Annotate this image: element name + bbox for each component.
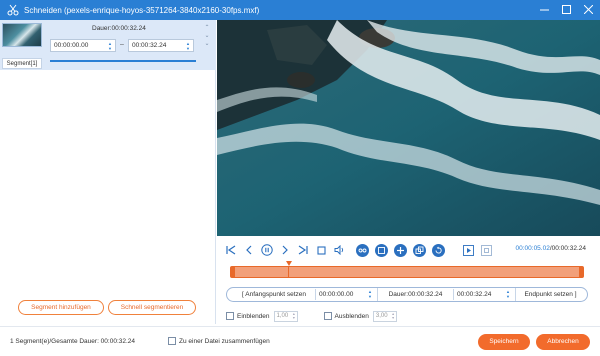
close-button[interactable] xyxy=(582,3,594,16)
footer-bar: 1 Segment(e)/Gesamte Dauer: 00:00:32.24 … xyxy=(0,326,600,356)
loop-segment-icon[interactable] xyxy=(479,243,493,257)
trim-duration: Dauer:00:00:32.24 xyxy=(377,288,453,301)
video-frame xyxy=(217,20,600,236)
start-time-stepper[interactable]: ▲ ▼ xyxy=(366,289,374,300)
window-title: Schneiden (pexels-enrique-hoyos-3571264-… xyxy=(24,5,260,15)
playhead-line xyxy=(288,266,289,278)
fade-in-label: Einblenden xyxy=(237,312,270,320)
set-start-button[interactable]: [ Anfangspunkt setzen xyxy=(233,288,315,301)
reset-icon[interactable] xyxy=(432,243,445,257)
fade-out-label: Ausblenden xyxy=(334,312,369,320)
split-icon[interactable] xyxy=(356,243,369,257)
stop-icon[interactable] xyxy=(314,243,328,257)
title-bar: Schneiden (pexels-enrique-hoyos-3571264-… xyxy=(0,0,600,20)
segment-thumbnail xyxy=(2,23,42,47)
previous-frame-icon[interactable] xyxy=(242,243,256,257)
set-end-button[interactable]: Endpunkt setzen ] xyxy=(515,288,585,301)
quick-split-button[interactable]: Schnell segmentieren xyxy=(108,300,196,315)
segment-range-bar xyxy=(50,60,196,62)
fade-in-stepper[interactable]: ▲ ▼ xyxy=(292,312,295,321)
merge-checkbox[interactable] xyxy=(168,337,176,345)
add-icon[interactable] xyxy=(394,243,407,257)
segment-start-value: 00:00:00.00 xyxy=(54,42,89,49)
maximize-button[interactable] xyxy=(560,3,572,16)
merge-option[interactable]: Zu einer Datei zusammenfügen xyxy=(168,337,270,345)
segment-tab[interactable]: Segment[1] xyxy=(2,58,42,69)
merge-label: Zu einer Datei zusammenfügen xyxy=(179,337,270,345)
pause-icon[interactable] xyxy=(260,243,274,257)
trim-timeline[interactable] xyxy=(230,266,584,278)
next-frame-icon[interactable] xyxy=(278,243,292,257)
fade-in-value: 1,00 xyxy=(276,312,289,319)
time-separator: – xyxy=(120,41,124,48)
skip-to-start-icon[interactable] xyxy=(224,243,238,257)
minimize-button[interactable] xyxy=(538,3,550,16)
segment-duration: Dauer:00:00:32.24 xyxy=(92,25,146,32)
start-trim-handle[interactable] xyxy=(231,267,235,277)
segment-start-stepper[interactable]: ▲ ▼ xyxy=(107,41,113,51)
fade-in-duration[interactable]: 1,00 ▲ ▼ xyxy=(273,310,298,322)
copy-segment-icon[interactable] xyxy=(375,243,388,257)
fade-out-stepper[interactable]: ▲ ▼ xyxy=(391,312,394,321)
segment-item[interactable]: Segment[1] Dauer:00:00:32.24 00:00:00.00… xyxy=(0,20,216,70)
fade-out-checkbox[interactable] xyxy=(323,312,332,320)
segment-end-field[interactable]: 00:00:32.24 ▲ ▼ xyxy=(128,39,194,52)
cancel-button[interactable]: Abbrechen xyxy=(536,334,590,350)
current-time: 00:00:05.02 xyxy=(515,245,550,252)
end-trim-handle[interactable] xyxy=(579,267,583,277)
player-controls: 00:00:05.02/00:00:32.24 xyxy=(224,242,594,258)
total-time: /00:00:32.24 xyxy=(549,245,586,252)
segment-order-arrows[interactable]: ⌃ ⌄ ⌄ xyxy=(202,24,212,48)
segment-end-value: 00:00:32.24 xyxy=(132,42,167,49)
set-start-label: Anfangspunkt setzen xyxy=(245,291,306,298)
time-readout: 00:00:05.02/00:00:32.24 xyxy=(516,245,587,252)
segment-sidebar: Segment[1] Dauer:00:00:32.24 00:00:00.00… xyxy=(0,20,216,324)
fade-options: Einblenden 1,00 ▲ ▼ Ausblenden 3,00 ▲ ▼ xyxy=(226,309,397,323)
fade-out-value: 3,00 xyxy=(375,312,388,319)
volume-icon[interactable] xyxy=(332,243,346,257)
segment-summary: 1 Segment(e)/Gesamte Dauer: 00:00:32.24 xyxy=(10,338,136,345)
end-time-value: 00:00:32.24 xyxy=(457,291,492,298)
start-time-value: 00:00:00.00 xyxy=(319,291,354,298)
video-preview[interactable] xyxy=(217,20,600,236)
set-end-label: Endpunkt setzen xyxy=(524,291,573,298)
trim-settings-row: [ Anfangspunkt setzen 00:00:00.00 ▲ ▼ Dau… xyxy=(226,287,588,302)
segment-start-field[interactable]: 00:00:00.00 ▲ ▼ xyxy=(50,39,116,52)
scissors-icon xyxy=(6,3,20,17)
add-segment-button[interactable]: Segment hinzufügen xyxy=(18,300,104,315)
fade-in-checkbox[interactable] xyxy=(226,312,234,320)
skip-to-end-icon[interactable] xyxy=(296,243,310,257)
segment-end-stepper[interactable]: ▲ ▼ xyxy=(185,41,191,51)
play-segment-icon[interactable] xyxy=(461,243,475,257)
duplicate-icon[interactable] xyxy=(413,243,426,257)
save-button[interactable]: Speichern xyxy=(478,334,530,350)
end-time-stepper[interactable]: ▲ ▼ xyxy=(504,289,512,300)
playhead[interactable] xyxy=(286,261,292,266)
fade-out-duration[interactable]: 3,00 ▲ ▼ xyxy=(372,310,397,322)
